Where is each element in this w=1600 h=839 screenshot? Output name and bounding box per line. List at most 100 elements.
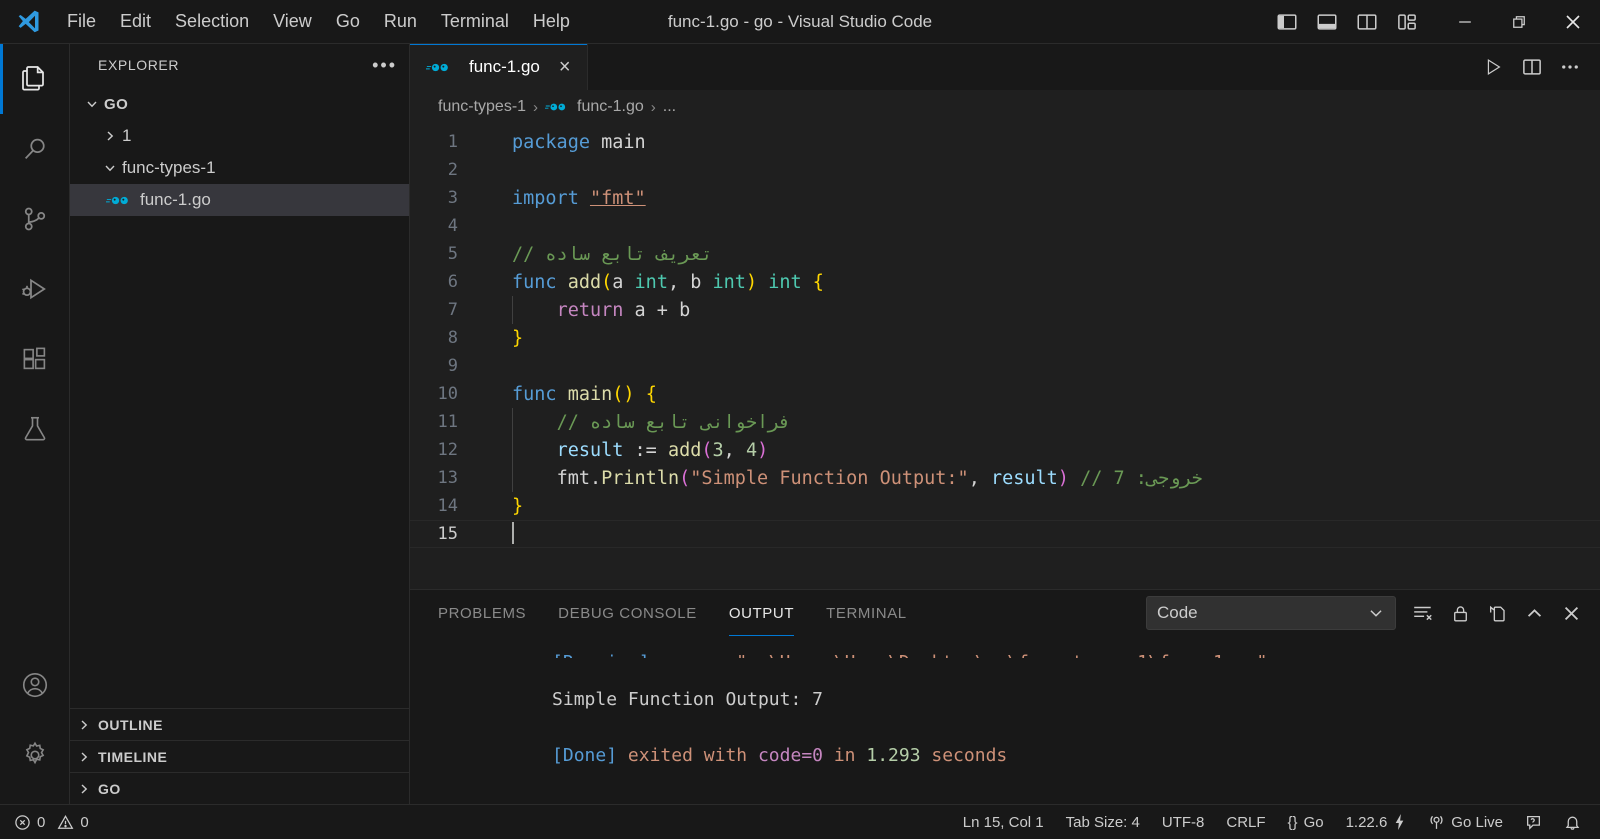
menu-selection[interactable]: Selection [164,7,260,36]
activity-search[interactable] [0,114,70,184]
account-icon [20,670,50,700]
more-actions-icon[interactable] [1560,57,1580,77]
tab-debug-console[interactable]: DEBUG CONSOLE [542,590,713,636]
menu-view[interactable]: View [262,7,323,36]
toggle-primary-sidebar-icon[interactable] [1274,9,1300,35]
code-line-13: 13 fmt.Println("Simple Function Output:"… [410,463,1600,492]
sidebar-section-label: GO [98,780,121,797]
open-in-editor-icon[interactable] [1487,603,1508,624]
split-editor-icon[interactable] [1522,57,1542,77]
token-function-name: add [567,271,602,293]
token-import-path: "fmt" [589,187,646,209]
activity-accounts[interactable] [0,650,70,720]
tree-item-go-root[interactable]: GO [70,88,409,120]
token-comment: // فراخوانی تابع ساده [556,411,791,433]
text-cursor [512,522,514,544]
tab-output[interactable]: OUTPUT [713,590,810,636]
tab-terminal[interactable]: TERMINAL [810,590,923,636]
panel-tab-bar: PROBLEMS DEBUG CONSOLE OUTPUT TERMINAL C… [410,590,1600,636]
menu-terminal[interactable]: Terminal [430,7,520,36]
go-file-icon [426,60,452,75]
sidebar-section-outline[interactable]: OUTLINE [70,708,409,740]
activity-testing[interactable] [0,394,70,464]
line-number: 11 [437,412,458,432]
status-notifications[interactable] [1553,805,1592,839]
warning-icon [57,814,74,831]
output-content[interactable]: [Running] go run "c:\Users\User\Desktop\… [410,636,1600,804]
toggle-panel-icon[interactable] [1314,9,1340,35]
extensions-icon [20,344,50,374]
tab-label: func-1.go [469,57,540,76]
output-channel-select[interactable]: Code [1146,596,1396,630]
tree-item-1[interactable]: 1 [70,120,409,152]
code-editor[interactable]: 1 package main 2 3 import "fmt" 4 5 // ت… [410,124,1600,589]
breadcrumb-separator-icon: › [650,98,656,116]
sidebar-section-timeline[interactable]: TIMELINE [70,740,409,772]
sidebar-section-go[interactable]: GO [70,772,409,804]
window-close-button[interactable] [1546,0,1600,44]
collapse-panel-icon[interactable] [1524,603,1545,624]
tree-item-func-1-go[interactable]: func-1.go [70,184,409,216]
tree-item-func-types-1[interactable]: func-types-1 [70,152,409,184]
output-line-running: [Running] go run "c:\Users\User\Desktop\… [422,636,1600,659]
lock-scroll-icon[interactable] [1450,603,1471,624]
breadcrumb-separator-icon: › [533,98,539,116]
line-number: 6 [447,272,458,292]
output-duration: 1.293 [866,745,921,766]
code-line-8: 8 } [410,324,1600,352]
sidebar-title: EXPLORER [98,57,180,73]
activity-explorer[interactable] [0,44,70,114]
chevron-down-icon [98,160,122,176]
menu-file[interactable]: File [56,7,107,36]
window-minimize-button[interactable] [1438,0,1492,44]
customize-layout-icon[interactable] [1394,9,1420,35]
status-feedback[interactable] [1514,805,1553,839]
sidebar-more-actions-icon[interactable]: ••• [372,56,397,74]
run-debug-icon [19,273,51,305]
toggle-secondary-sidebar-icon[interactable] [1354,9,1380,35]
output-done-tag: [Done] [552,745,618,766]
status-cursor-position[interactable]: Ln 15, Col 1 [952,805,1055,839]
menu-go[interactable]: Go [325,7,371,36]
chevron-down-icon [80,96,104,112]
status-go-version[interactable]: 1.22.6 [1335,805,1418,839]
clear-output-icon[interactable] [1412,602,1434,624]
activity-settings[interactable] [0,720,70,790]
breadcrumb-item-folder[interactable]: func-types-1 [438,98,526,116]
status-language-mode[interactable]: {} Go [1277,805,1335,839]
status-problems[interactable]: 0 0 [14,805,100,839]
activity-source-control[interactable] [0,184,70,254]
line-number: 13 [437,468,458,488]
breadcrumb-item-symbols[interactable]: ... [663,98,676,116]
menu-run[interactable]: Run [373,7,428,36]
activity-run-debug[interactable] [0,254,70,324]
menu-help[interactable]: Help [522,7,581,36]
breadcrumb-item-file[interactable]: func-1.go [545,98,644,116]
window-restore-button[interactable] [1492,0,1546,44]
code-line-4: 4 [410,212,1600,240]
close-panel-icon[interactable] [1561,603,1582,624]
line-number: 8 [447,328,458,348]
token-number: 4 [745,439,758,461]
output-running-command: go run "c:\Users\User\Desktop\go\func-ty… [650,652,1267,659]
line-number: 2 [447,160,458,180]
tab-func-1-go[interactable]: func-1.go × [410,44,588,90]
activity-extensions[interactable] [0,324,70,394]
status-go-live[interactable]: Go Live [1417,805,1514,839]
run-code-icon[interactable] [1482,56,1504,78]
token-keyword: func [512,271,557,293]
tab-problems[interactable]: PROBLEMS [422,590,542,636]
chevron-right-icon [70,749,98,765]
code-line-7: 7 return a + b [410,295,1600,324]
close-icon[interactable]: × [559,57,571,77]
line-number: 15 [437,524,458,544]
menu-edit[interactable]: Edit [109,7,162,36]
sidebar-section-label: OUTLINE [98,716,163,733]
status-eol[interactable]: CRLF [1215,805,1276,839]
status-encoding[interactable]: UTF-8 [1151,805,1216,839]
file-tree: GO 1 func-types-1 func-1.go [70,86,409,708]
error-count: 0 [37,813,46,831]
source-control-icon [20,204,50,234]
status-tab-size[interactable]: Tab Size: 4 [1055,805,1151,839]
token-comment: // تعریف تابع ساده [512,243,713,265]
